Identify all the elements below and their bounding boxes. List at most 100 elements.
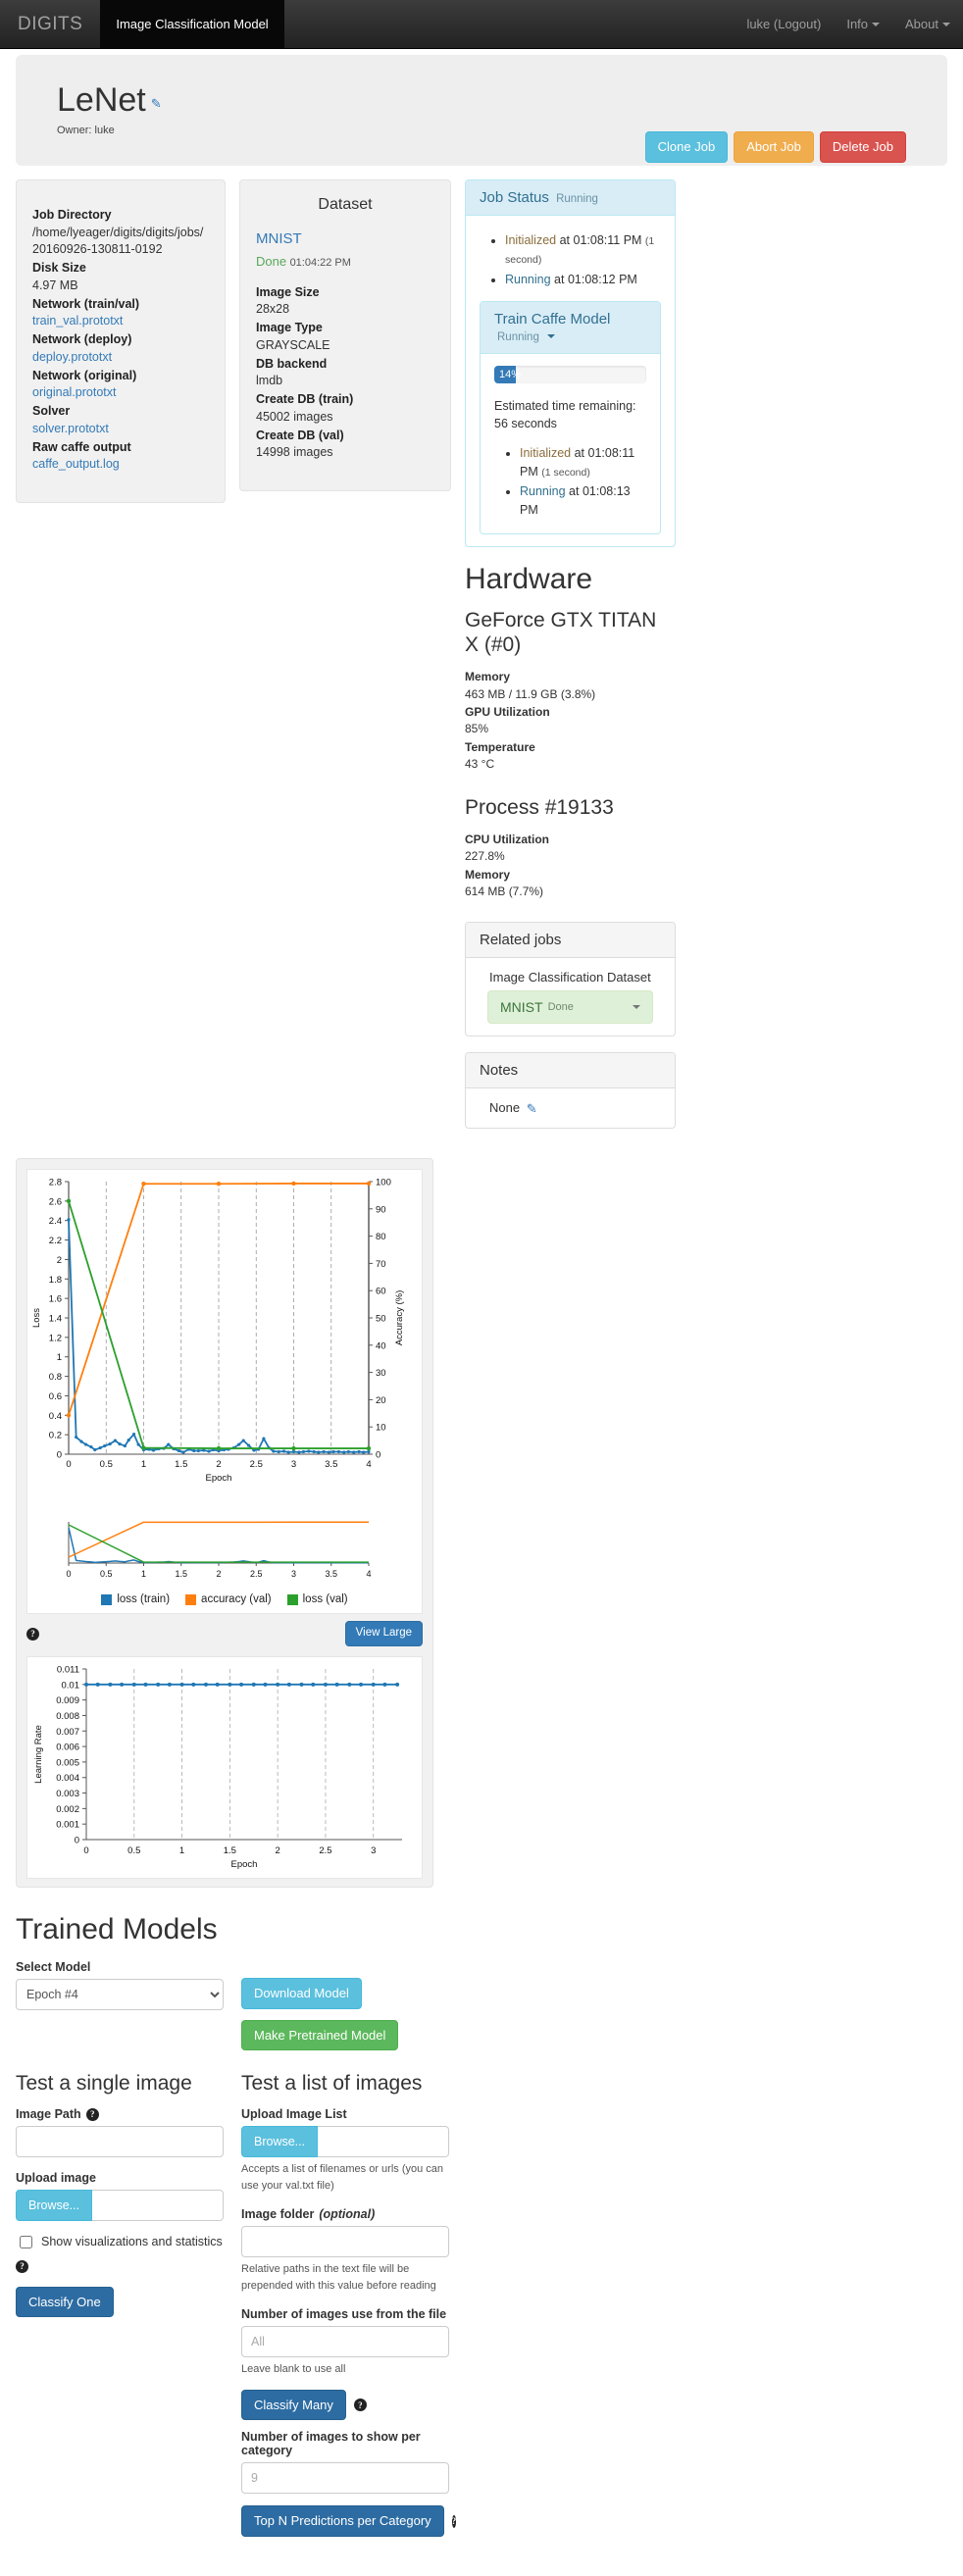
related-jobs-label: Image Classification Dataset — [480, 970, 661, 985]
help-icon[interactable]: ? — [354, 2399, 367, 2411]
per-category-input[interactable] — [241, 2462, 449, 2494]
svg-text:Learning Rate: Learning Rate — [33, 1725, 44, 1784]
download-model-button[interactable]: Download Model — [241, 1978, 362, 2009]
job-status-heading: Job Status Running — [466, 180, 675, 216]
abort-job-button[interactable]: Abort Job — [734, 131, 814, 163]
dataset-item-term: Image Type — [256, 320, 434, 337]
help-icon[interactable]: ? — [16, 2260, 28, 2273]
job-directory-item-link[interactable]: deploy.prototxt — [32, 350, 112, 364]
svg-text:0.4: 0.4 — [49, 1411, 62, 1422]
help-icon[interactable]: ? — [452, 2515, 457, 2528]
notes-value: None — [480, 1100, 520, 1115]
help-icon[interactable]: ? — [86, 2108, 99, 2121]
job-directory-item-link[interactable]: train_val.prototxt — [32, 314, 123, 328]
status-event-label: Running — [520, 484, 566, 498]
svg-text:1.5: 1.5 — [224, 1845, 236, 1856]
job-directory-item-value: 4.97 MB — [32, 278, 209, 295]
gpu-item-value: 85% — [465, 721, 676, 737]
upload-list-file-row: Browse... — [241, 2126, 449, 2157]
svg-text:30: 30 — [376, 1368, 386, 1379]
browse-list-button[interactable]: Browse... — [241, 2126, 318, 2157]
image-folder-input[interactable] — [241, 2226, 449, 2257]
edit-icon[interactable]: ✎ — [151, 97, 162, 111]
svg-text:1.5: 1.5 — [175, 1569, 187, 1579]
svg-text:Accuracy (%): Accuracy (%) — [394, 1290, 405, 1345]
svg-text:0.011: 0.011 — [57, 1665, 79, 1676]
training-chart-range-selector[interactable]: 00.511.522.533.54 — [27, 1516, 424, 1585]
svg-text:2.6: 2.6 — [49, 1197, 62, 1208]
edit-icon[interactable]: ✎ — [527, 1101, 537, 1116]
task-progress-bar: 14% — [494, 366, 646, 383]
brand-logo[interactable]: DIGITS — [0, 0, 100, 48]
job-directory-item-link[interactable]: solver.prototxt — [32, 422, 109, 435]
svg-text:40: 40 — [376, 1341, 386, 1352]
chevron-down-icon[interactable] — [547, 334, 555, 338]
top-navbar: DIGITS Image Classification Model luke (… — [0, 0, 963, 49]
job-directory-item-value: /home/lyeager/digits/digits/jobs/2016092… — [32, 225, 209, 260]
dataset-title: Dataset — [256, 194, 434, 217]
job-directory-item-value[interactable]: deploy.prototxt — [32, 349, 209, 367]
show-visualizations-label: Show visualizations and statistics — [41, 2235, 223, 2248]
chevron-down-icon[interactable] — [633, 1005, 640, 1009]
make-pretrained-model-button[interactable]: Make Pretrained Model — [241, 2020, 398, 2051]
legend-item[interactable]: loss (val) — [287, 1593, 348, 1605]
svg-text:1: 1 — [141, 1569, 146, 1579]
select-model-dropdown[interactable]: Epoch #4 — [16, 1979, 224, 2010]
num-images-input[interactable] — [241, 2326, 449, 2357]
svg-text:0.008: 0.008 — [56, 1711, 79, 1722]
job-directory-item-value[interactable]: train_val.prototxt — [32, 313, 209, 330]
image-path-input[interactable] — [16, 2126, 224, 2157]
status-event-label: Initialized — [520, 446, 571, 460]
dataset-panel: Dataset MNIST Done 01:04:22 PM Image Siz… — [239, 179, 451, 490]
related-job-item[interactable]: MNIST Done — [487, 990, 653, 1024]
svg-text:0.001: 0.001 — [56, 1820, 79, 1831]
task-progress-fill: 14% — [494, 366, 516, 383]
nav-user-logout[interactable]: luke (Logout) — [734, 0, 834, 48]
chevron-down-icon — [942, 23, 950, 26]
hardware-heading: Hardware — [465, 563, 676, 596]
show-visualizations-checkbox[interactable] — [20, 2236, 32, 2248]
task-heading[interactable]: Train Caffe Model Running — [481, 302, 660, 354]
nav-info-dropdown[interactable]: Info — [834, 0, 892, 48]
browse-image-button[interactable]: Browse... — [16, 2190, 92, 2221]
job-directory-item-value[interactable]: caffe_output.log — [32, 456, 209, 474]
image-folder-label-text: Image folder — [241, 2207, 314, 2221]
charts-well: 00.20.40.60.811.21.41.61.822.22.42.62.80… — [16, 1158, 433, 1888]
svg-text:2.5: 2.5 — [250, 1569, 263, 1579]
svg-text:50: 50 — [376, 1314, 386, 1325]
svg-text:0: 0 — [57, 1450, 62, 1461]
task-status: Running — [497, 331, 539, 343]
classify-many-button[interactable]: Classify Many — [241, 2390, 346, 2421]
help-icon[interactable]: ? — [26, 1628, 39, 1641]
delete-job-button[interactable]: Delete Job — [820, 131, 906, 163]
top-n-predictions-button[interactable]: Top N Predictions per Category — [241, 2505, 444, 2537]
upload-list-filename-field[interactable] — [318, 2126, 449, 2157]
job-directory-item-value[interactable]: solver.prototxt — [32, 421, 209, 438]
status-event-duration: (1 second) — [541, 467, 590, 479]
svg-text:20: 20 — [376, 1395, 386, 1406]
test-list-section: Test a list of images Upload Image List … — [241, 2050, 449, 2537]
job-directory-list: Job Directory/home/lyeager/digits/digits… — [32, 207, 209, 474]
job-directory-item-term: Job Directory — [32, 207, 209, 225]
job-directory-item-link[interactable]: caffe_output.log — [32, 457, 120, 471]
svg-text:0.01: 0.01 — [62, 1680, 80, 1691]
job-status-title: Job Status — [480, 189, 549, 206]
view-large-button[interactable]: View Large — [345, 1621, 423, 1646]
dataset-link[interactable]: MNIST — [256, 228, 434, 249]
job-directory-item-value[interactable]: original.prototxt — [32, 384, 209, 402]
upload-image-file-row: Browse... — [16, 2190, 224, 2221]
svg-text:2.5: 2.5 — [319, 1845, 331, 1856]
svg-text:90: 90 — [376, 1205, 386, 1216]
image-folder-label: Image folder (optional) — [241, 2207, 449, 2221]
job-directory-item-link[interactable]: original.prototxt — [32, 385, 116, 399]
legend-item[interactable]: accuracy (val) — [185, 1593, 272, 1605]
nav-tab-image-classification-model[interactable]: Image Classification Model — [100, 0, 283, 48]
upload-list-help-text: Accepts a list of filenames or urls (you… — [241, 2161, 449, 2194]
legend-item[interactable]: loss (train) — [101, 1593, 170, 1605]
clone-job-button[interactable]: Clone Job — [645, 131, 729, 163]
job-directory-item-term: Network (original) — [32, 368, 209, 385]
image-path-label: Image Path ? — [16, 2107, 224, 2121]
upload-image-filename-field[interactable] — [92, 2190, 224, 2221]
nav-about-dropdown[interactable]: About — [892, 0, 963, 48]
classify-one-button[interactable]: Classify One — [16, 2287, 114, 2318]
